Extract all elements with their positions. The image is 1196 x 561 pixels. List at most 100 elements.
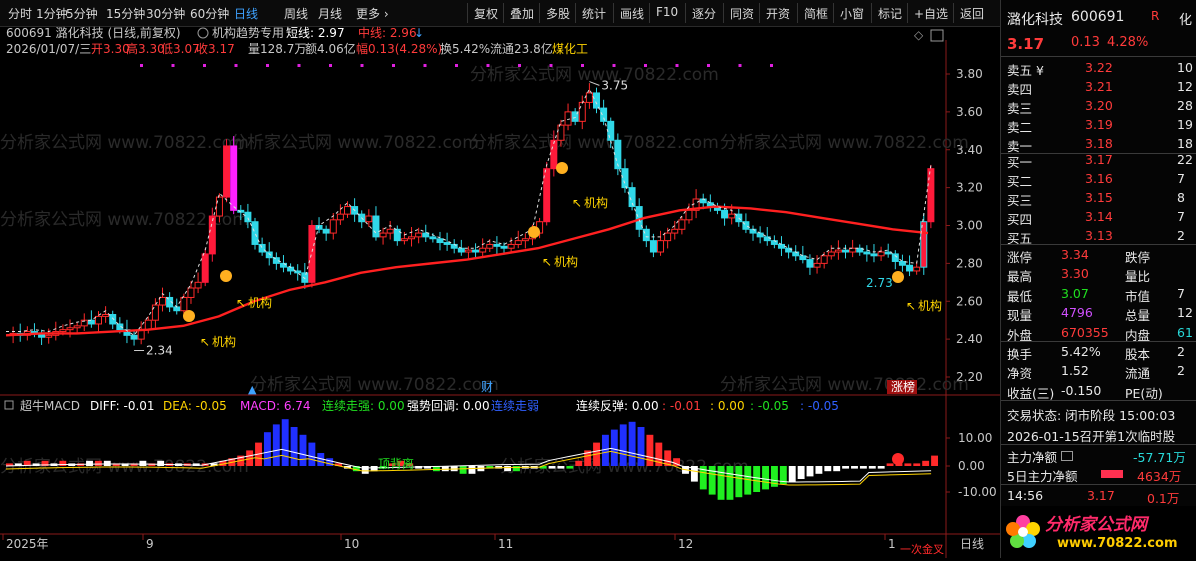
candle [479, 247, 487, 253]
bids-row[interactable]: 买二 3.16 7 [1001, 170, 1196, 189]
period-tab-3[interactable]: 15分钟 [106, 5, 145, 22]
cai-marker: 财 [481, 380, 493, 394]
toolbar-button-6[interactable]: 逐分 [692, 5, 716, 22]
flow5-label: 5日主力净额 [1007, 469, 1078, 484]
candle [486, 243, 494, 249]
macd-bar [601, 434, 609, 466]
asks-row[interactable]: 卖二 3.19 19 [1001, 116, 1196, 135]
toolbar-button-8[interactable]: 开资 [766, 5, 790, 22]
signal-dot [455, 64, 458, 67]
toolbar-separator [907, 3, 908, 23]
macd-bar [842, 466, 850, 469]
period-tab-4[interactable]: 30分钟 [146, 5, 185, 22]
signal-dot [392, 64, 395, 67]
macd-bar [628, 421, 636, 466]
period-tab-1[interactable]: 1分钟 [36, 5, 68, 22]
period-tab-8[interactable]: 月线 [318, 5, 342, 22]
signal-dot [518, 64, 521, 67]
period-tab-0[interactable]: 分时 [8, 5, 32, 22]
candle [870, 253, 878, 257]
watermark-text: 分析家公式网 www.70822.com [230, 133, 479, 153]
level-volume: 2 [1177, 228, 1185, 243]
asks-row[interactable]: 卖三 3.20 28 [1001, 97, 1196, 116]
y-tick-label: 3.20 [956, 181, 983, 195]
toolbar-button-2[interactable]: 多股 [546, 5, 570, 22]
macd-y-label: -10.00 [958, 485, 997, 499]
period-tab-9[interactable]: 更多 › [356, 5, 389, 22]
bids-row[interactable]: 买四 3.14 7 [1001, 208, 1196, 227]
candle [721, 209, 729, 219]
macd-bar [637, 427, 645, 466]
divider [1001, 444, 1196, 445]
period-tab-5[interactable]: 60分钟 [190, 5, 229, 22]
level-price: 3.14 [1085, 209, 1113, 224]
toolbar-button-4[interactable]: 画线 [620, 5, 644, 22]
candle [521, 238, 529, 242]
stat-cell: 量比 [1125, 269, 1151, 285]
toolbar-button-13[interactable]: 返回 [960, 5, 984, 22]
macd-bar [361, 466, 369, 474]
bids-row[interactable]: 买一 3.17 22 [1001, 151, 1196, 170]
y-tick-label: 2.40 [956, 332, 983, 346]
toolbar-separator [467, 3, 468, 23]
kline-chart[interactable]: 3.803.603.403.203.002.802.602.402.2010.0… [0, 26, 1000, 558]
mainflow-value: -57.71万 [1133, 450, 1186, 465]
toolbar-button-5[interactable]: F10 [656, 5, 678, 19]
mainflow-icon[interactable] [1061, 451, 1073, 461]
collapse-icon[interactable] [4, 400, 14, 410]
level-label: 卖三 [1007, 101, 1033, 116]
candle [557, 124, 565, 141]
toolbar-button-12[interactable]: +自选 [914, 5, 948, 22]
tick-volume: 0.1万 [1147, 491, 1180, 506]
toolbar-button-1[interactable]: 叠加 [510, 5, 534, 22]
toolbar-button-11[interactable]: 标记 [878, 5, 902, 22]
stat-cell: 670355 [1061, 324, 1109, 340]
macd-bar [272, 424, 280, 466]
candle [913, 266, 921, 272]
level-price: 3.17 [1085, 152, 1113, 167]
divider [1001, 56, 1196, 57]
toolbar-separator [871, 3, 872, 23]
level-volume: 12 [1177, 79, 1193, 94]
macd-bar [299, 434, 307, 466]
settings-icon[interactable] [197, 27, 209, 39]
macd-bar [646, 434, 654, 466]
stat-cell: 3.30 [1061, 266, 1089, 282]
candle [429, 236, 437, 240]
toolbar-separator [613, 3, 614, 23]
level-price: 3.13 [1085, 228, 1113, 243]
zhangbang-tag: 涨榜 [891, 379, 915, 394]
period-tab-2[interactable]: 5分钟 [66, 5, 98, 22]
toolbar-button-3[interactable]: 统计 [582, 5, 606, 22]
flow5-value: 4634万 [1137, 469, 1182, 484]
toolbar-button-0[interactable]: 复权 [474, 5, 498, 22]
maximize-icon[interactable] [930, 29, 944, 42]
toolbar-button-9[interactable]: 简框 [804, 5, 828, 22]
toolbar-button-7[interactable]: 同资 [730, 5, 754, 22]
period-tab-6[interactable]: 日线 [234, 5, 258, 22]
level-label: 买四 [1007, 212, 1033, 227]
candle [66, 327, 74, 331]
stat-row: 换手 5.42% 股本 2 [1001, 343, 1196, 362]
flow5-row: 5日主力净额 4634万 [1001, 465, 1196, 484]
level-label: 卖五 ¥ [1007, 63, 1044, 78]
macd-header-item: : -0.01 [662, 399, 701, 413]
macd-bar [619, 424, 627, 466]
asks-row[interactable]: 卖五 ¥ 3.22 10 [1001, 59, 1196, 78]
stock-code: 600691 [1071, 9, 1125, 25]
divergence-label: 顶背离 [378, 456, 414, 471]
candle [756, 232, 764, 238]
last-low-label: 2.73 [866, 276, 893, 290]
bids-row[interactable]: 买三 3.15 8 [1001, 189, 1196, 208]
asks-row[interactable]: 卖四 3.21 12 [1001, 78, 1196, 97]
notice-text[interactable]: 2026-01-15召开第1次临时股 [1007, 426, 1175, 445]
plus-icon[interactable] [892, 453, 904, 465]
candle [891, 253, 899, 262]
level-volume: 7 [1177, 209, 1185, 224]
notice-row[interactable]: 2026-01-15召开第1次临时股 [1001, 425, 1196, 444]
period-tab-7[interactable]: 周线 [284, 5, 308, 22]
candle [849, 247, 857, 253]
industry-tag[interactable]: 化 [1179, 9, 1192, 28]
candle [208, 215, 216, 255]
toolbar-button-10[interactable]: 小窗 [840, 5, 864, 22]
